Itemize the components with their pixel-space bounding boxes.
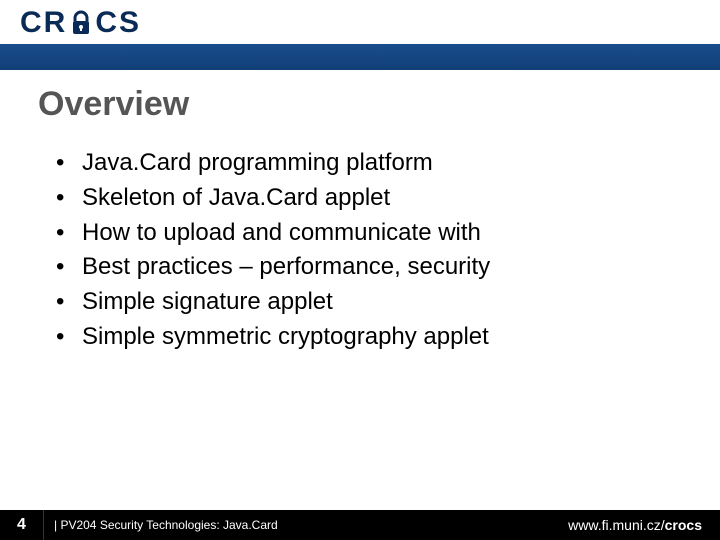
bullet-list: Java.Card programming platform Skeleton … [38, 146, 682, 355]
footer-url-bold: crocs [665, 517, 702, 533]
lock-icon [67, 10, 95, 36]
slide-title: Overview [38, 85, 682, 124]
list-item: Skeleton of Java.Card applet [56, 181, 682, 216]
list-item: Simple signature applet [56, 285, 682, 320]
header-blue-bar [0, 44, 720, 70]
list-item: Java.Card programming platform [56, 146, 682, 181]
page-number: 4 [0, 510, 44, 540]
list-item: Simple symmetric cryptography applet [56, 320, 682, 355]
content-area: Overview Java.Card programming platform … [38, 85, 682, 355]
footer-url: www.fi.muni.cz/crocs [568, 517, 720, 533]
footer-bar: 4 | PV204 Security Technologies: Java.Ca… [0, 510, 720, 540]
list-item: How to upload and communicate with [56, 216, 682, 251]
footer-url-plain: www.fi.muni.cz/ [568, 517, 664, 533]
logo-text-right: CS [95, 6, 141, 40]
crocs-logo: CR CS [20, 6, 141, 40]
list-item: Best practices – performance, security [56, 250, 682, 285]
logo-text-left: CR [20, 6, 67, 40]
slide: CR CS Overview Java.Card programming pla… [0, 0, 720, 540]
footer-course-text: | PV204 Security Technologies: Java.Card [44, 518, 278, 532]
